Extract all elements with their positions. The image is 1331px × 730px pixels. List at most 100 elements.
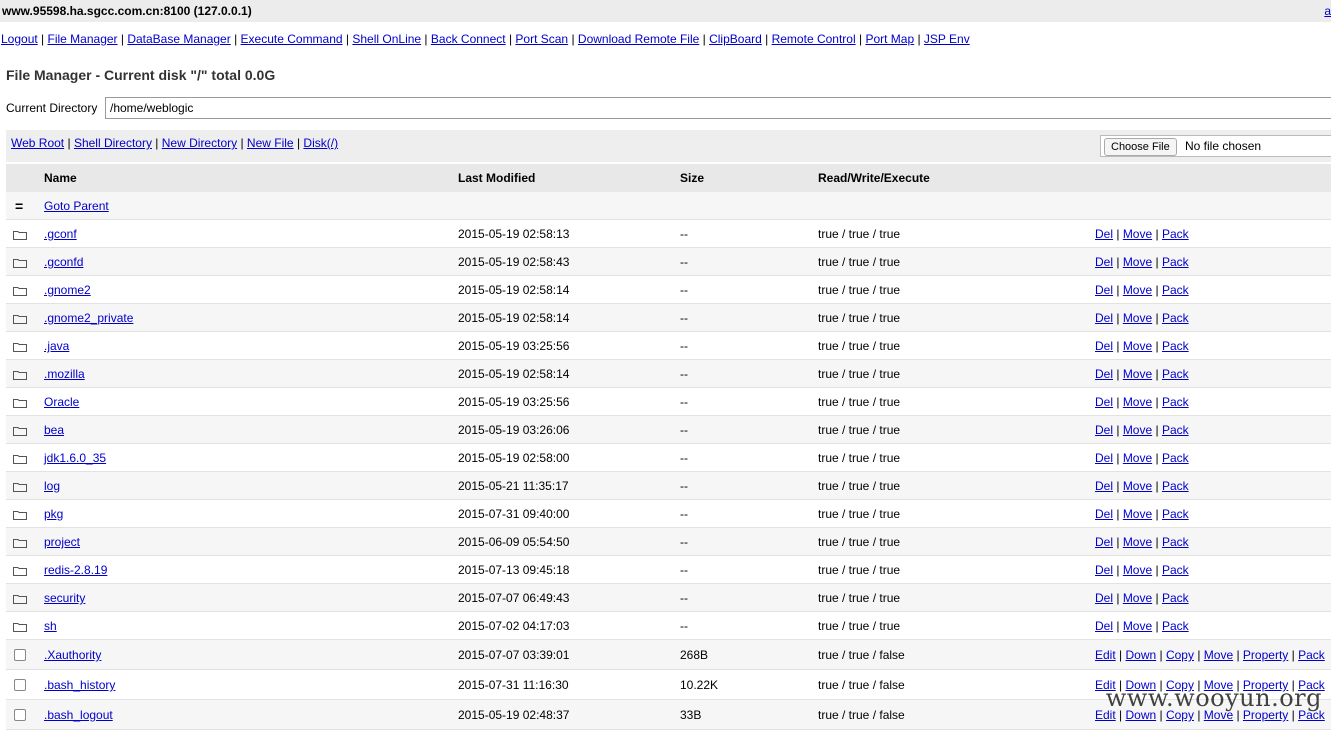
action-pack-link[interactable]: Pack bbox=[1162, 451, 1189, 465]
action-move-link[interactable]: Move bbox=[1123, 311, 1152, 325]
goto-parent-link[interactable]: Goto Parent bbox=[44, 192, 109, 220]
action-del-link[interactable]: Del bbox=[1095, 563, 1113, 577]
directory-name-link[interactable]: Oracle bbox=[44, 388, 79, 416]
action-del-link[interactable]: Del bbox=[1095, 507, 1113, 521]
directory-name-link[interactable]: .gnome2 bbox=[44, 276, 91, 304]
action-pack-link[interactable]: Pack bbox=[1162, 591, 1189, 605]
action-pack-link[interactable]: Pack bbox=[1162, 339, 1189, 353]
corner-link[interactable]: a bbox=[1324, 4, 1331, 18]
action-move-link[interactable]: Move bbox=[1123, 619, 1152, 633]
select-checkbox[interactable] bbox=[14, 709, 26, 721]
last-modified: 2015-05-19 02:58:43 bbox=[458, 255, 570, 269]
action-pack-link[interactable]: Pack bbox=[1162, 479, 1189, 493]
action-pack-link[interactable]: Pack bbox=[1162, 507, 1189, 521]
toolbar-shell-directory-link[interactable]: Shell Directory bbox=[74, 136, 152, 150]
directory-row: bea 2015-05-19 03:26:06 -- true / true / tr… bbox=[6, 416, 1331, 444]
action-move-link[interactable]: Move bbox=[1123, 507, 1152, 521]
directory-name-link[interactable]: .gconfd bbox=[44, 248, 83, 276]
action-pack-link[interactable]: Pack bbox=[1162, 283, 1189, 297]
action-pack-link[interactable]: Pack bbox=[1162, 535, 1189, 549]
directory-name-link[interactable]: jdk1.6.0_35 bbox=[44, 444, 106, 472]
action-pack-link[interactable]: Pack bbox=[1162, 395, 1189, 409]
action-pack-link[interactable]: Pack bbox=[1298, 648, 1325, 662]
directory-name-link[interactable]: project bbox=[44, 528, 80, 556]
file-name-link[interactable]: .Xauthority bbox=[44, 640, 101, 670]
action-del-link[interactable]: Del bbox=[1095, 423, 1113, 437]
select-checkbox[interactable] bbox=[14, 679, 26, 691]
directory-name-link[interactable]: pkg bbox=[44, 500, 63, 528]
directory-name-link[interactable]: .mozilla bbox=[44, 360, 85, 388]
action-del-link[interactable]: Del bbox=[1095, 479, 1113, 493]
action-move-link[interactable]: Move bbox=[1204, 648, 1233, 662]
nav-logout-link[interactable]: Logout bbox=[1, 32, 38, 46]
action-del-link[interactable]: Del bbox=[1095, 535, 1113, 549]
action-del-link[interactable]: Del bbox=[1095, 283, 1113, 297]
directory-name-link[interactable]: .gnome2_private bbox=[44, 304, 133, 332]
nav-back-connect-link[interactable]: Back Connect bbox=[431, 32, 506, 46]
action-move-link[interactable]: Move bbox=[1123, 339, 1152, 353]
nav-download-remote-file-link[interactable]: Download Remote File bbox=[578, 32, 699, 46]
action-property-link[interactable]: Property bbox=[1243, 648, 1288, 662]
action-del-link[interactable]: Del bbox=[1095, 227, 1113, 241]
action-pack-link[interactable]: Pack bbox=[1162, 367, 1189, 381]
action-move-link[interactable]: Move bbox=[1123, 395, 1152, 409]
directory-name-link[interactable]: .gconf bbox=[44, 220, 77, 248]
directory-name-link[interactable]: security bbox=[44, 584, 85, 612]
action-copy-link[interactable]: Copy bbox=[1166, 648, 1194, 662]
action-move-link[interactable]: Move bbox=[1123, 367, 1152, 381]
action-edit-link[interactable]: Edit bbox=[1095, 648, 1116, 662]
file-name-link[interactable]: .bash_history bbox=[44, 670, 115, 700]
action-move-link[interactable]: Move bbox=[1123, 591, 1152, 605]
action-del-link[interactable]: Del bbox=[1095, 591, 1113, 605]
action-pack-link[interactable]: Pack bbox=[1162, 311, 1189, 325]
action-move-link[interactable]: Move bbox=[1123, 255, 1152, 269]
action-move-link[interactable]: Move bbox=[1123, 451, 1152, 465]
toolbar-disk-link[interactable]: Disk(/) bbox=[303, 136, 338, 150]
choose-file-button[interactable]: Choose File bbox=[1104, 138, 1177, 156]
file-upload[interactable]: Choose File No file chosen bbox=[1100, 135, 1331, 157]
toolbar-new-directory-link[interactable]: New Directory bbox=[162, 136, 237, 150]
action-del-link[interactable]: Del bbox=[1095, 395, 1113, 409]
current-directory-input[interactable] bbox=[105, 97, 1331, 119]
header-size[interactable]: Size bbox=[680, 164, 704, 192]
action-del-link[interactable]: Del bbox=[1095, 451, 1113, 465]
action-move-link[interactable]: Move bbox=[1123, 535, 1152, 549]
action-pack-link[interactable]: Pack bbox=[1162, 563, 1189, 577]
action-move-link[interactable]: Move bbox=[1123, 423, 1152, 437]
nav-port-scan-link[interactable]: Port Scan bbox=[515, 32, 568, 46]
header-last-modified[interactable]: Last Modified bbox=[458, 164, 535, 192]
nav-execute-command-link[interactable]: Execute Command bbox=[241, 32, 343, 46]
action-del-link[interactable]: Del bbox=[1095, 339, 1113, 353]
toolbar-web-root-link[interactable]: Web Root bbox=[11, 136, 64, 150]
action-move-link[interactable]: Move bbox=[1123, 227, 1152, 241]
header-name[interactable]: Name bbox=[44, 164, 77, 192]
directory-name-link[interactable]: bea bbox=[44, 416, 64, 444]
nav-database-manager-link[interactable]: DataBase Manager bbox=[127, 32, 230, 46]
nav-clipboard-link[interactable]: ClipBoard bbox=[709, 32, 762, 46]
action-move-link[interactable]: Move bbox=[1123, 479, 1152, 493]
select-checkbox[interactable] bbox=[14, 649, 26, 661]
action-del-link[interactable]: Del bbox=[1095, 619, 1113, 633]
nav-port-map-link[interactable]: Port Map bbox=[865, 32, 914, 46]
nav-jsp-env-link[interactable]: JSP Env bbox=[924, 32, 970, 46]
action-pack-link[interactable]: Pack bbox=[1162, 227, 1189, 241]
action-del-link[interactable]: Del bbox=[1095, 367, 1113, 381]
action-del-link[interactable]: Del bbox=[1095, 255, 1113, 269]
action-down-link[interactable]: Down bbox=[1125, 648, 1156, 662]
file-name-link[interactable]: .bash_logout bbox=[44, 700, 113, 730]
directory-name-link[interactable]: sh bbox=[44, 612, 57, 640]
action-pack-link[interactable]: Pack bbox=[1162, 255, 1189, 269]
nav-remote-control-link[interactable]: Remote Control bbox=[772, 32, 856, 46]
nav-file-manager-link[interactable]: File Manager bbox=[48, 32, 118, 46]
separator: | bbox=[1288, 648, 1299, 662]
directory-name-link[interactable]: log bbox=[44, 472, 60, 500]
toolbar-new-file-link[interactable]: New File bbox=[247, 136, 294, 150]
action-move-link[interactable]: Move bbox=[1123, 563, 1152, 577]
action-move-link[interactable]: Move bbox=[1123, 283, 1152, 297]
directory-name-link[interactable]: .java bbox=[44, 332, 69, 360]
action-pack-link[interactable]: Pack bbox=[1162, 619, 1189, 633]
action-pack-link[interactable]: Pack bbox=[1162, 423, 1189, 437]
nav-shell-online-link[interactable]: Shell OnLine bbox=[352, 32, 421, 46]
directory-name-link[interactable]: redis-2.8.19 bbox=[44, 556, 107, 584]
action-del-link[interactable]: Del bbox=[1095, 311, 1113, 325]
